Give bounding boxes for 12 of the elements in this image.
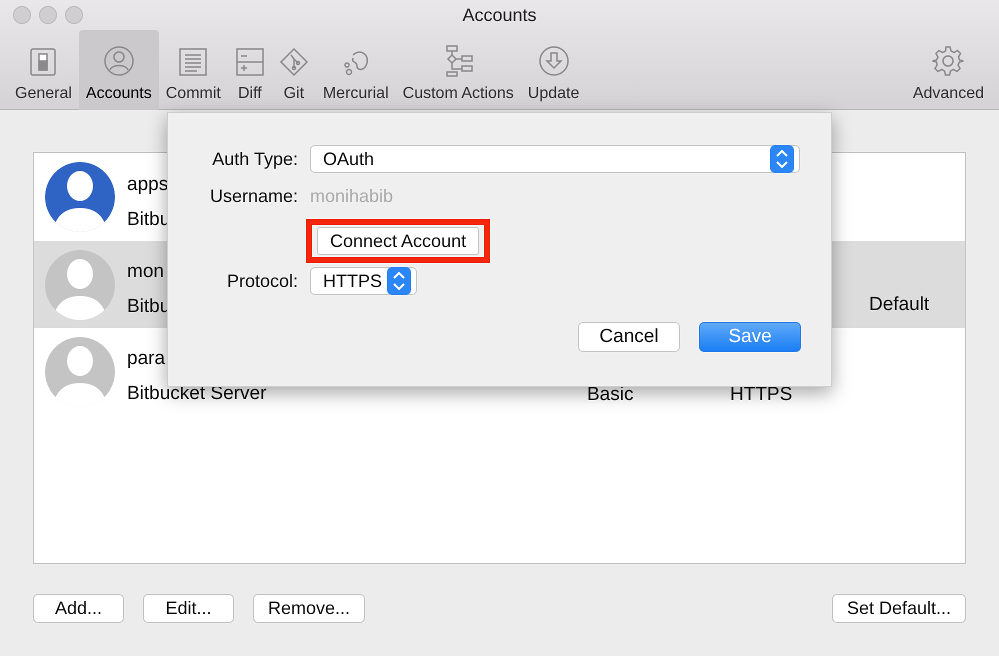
account-name: mon bbox=[127, 261, 164, 283]
username-value: monihabib bbox=[310, 185, 394, 208]
auth-type-text: Basic bbox=[587, 384, 634, 406]
window-title: Accounts bbox=[462, 4, 537, 26]
account-name: para bbox=[127, 348, 166, 370]
protocol-text: HTTPS bbox=[730, 384, 794, 406]
field-label: Auth Type: bbox=[211, 148, 298, 170]
account-name: apps bbox=[127, 174, 168, 196]
account-host: Bitbucket Server bbox=[127, 383, 266, 405]
field-label: Username: bbox=[208, 186, 298, 206]
default-label: Default bbox=[869, 294, 930, 316]
field-label: Protocol: bbox=[226, 270, 298, 292]
